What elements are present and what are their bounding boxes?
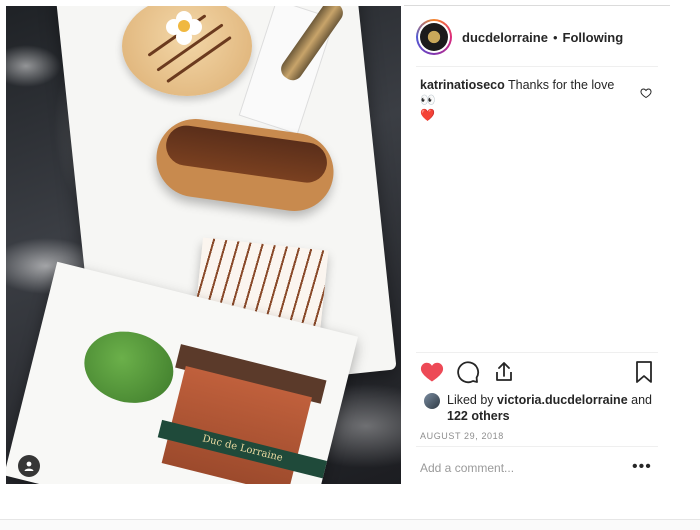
post-header: ducdelorraine • Following bbox=[416, 16, 658, 58]
likes-text: Liked by victoria.ducdelorraine and 122 … bbox=[447, 392, 654, 424]
comment-icon[interactable] bbox=[456, 360, 480, 384]
comment-item: katrinatioseco Thanks for the love 👀 ❤️ bbox=[420, 78, 626, 123]
more-icon[interactable]: ••• bbox=[632, 458, 652, 475]
header-separator: • bbox=[552, 29, 558, 45]
add-comment-input[interactable]: Add a comment... bbox=[420, 461, 630, 475]
likes-others-link[interactable]: 122 others bbox=[447, 409, 510, 423]
flower-decoration bbox=[166, 11, 206, 45]
post-photo[interactable]: Duc de Lorraine bbox=[6, 6, 401, 484]
heart-filled-icon[interactable] bbox=[420, 360, 444, 384]
heart-outline-icon[interactable] bbox=[640, 86, 652, 99]
post-date: AUGUST 29, 2018 bbox=[420, 431, 504, 441]
actions-divider bbox=[416, 352, 658, 353]
likes-prefix: Liked by bbox=[447, 393, 494, 407]
comment-divider bbox=[416, 446, 658, 447]
user-tag-icon[interactable] bbox=[18, 455, 40, 477]
author-avatar[interactable] bbox=[416, 19, 452, 55]
comment-username[interactable]: katrinatioseco bbox=[420, 78, 505, 92]
share-icon[interactable] bbox=[492, 360, 516, 384]
bookmark-icon[interactable] bbox=[632, 360, 656, 384]
likes-summary: Liked by victoria.ducdelorraine and 122 … bbox=[424, 392, 654, 424]
header-divider bbox=[416, 66, 658, 67]
trees-illustration bbox=[76, 322, 181, 413]
liker-avatar[interactable] bbox=[424, 393, 440, 409]
post-side-panel: ducdelorraine • Following katrinatioseco… bbox=[404, 6, 670, 484]
follow-status-button[interactable]: Following bbox=[563, 30, 624, 45]
liker-username[interactable]: victoria.ducdelorraine bbox=[497, 393, 628, 407]
action-bar bbox=[420, 360, 654, 386]
likes-middle: and bbox=[631, 393, 652, 407]
comment-emoji: ❤️ bbox=[420, 108, 435, 122]
author-username[interactable]: ducdelorraine bbox=[462, 30, 548, 45]
page-bottom-band bbox=[0, 519, 700, 530]
